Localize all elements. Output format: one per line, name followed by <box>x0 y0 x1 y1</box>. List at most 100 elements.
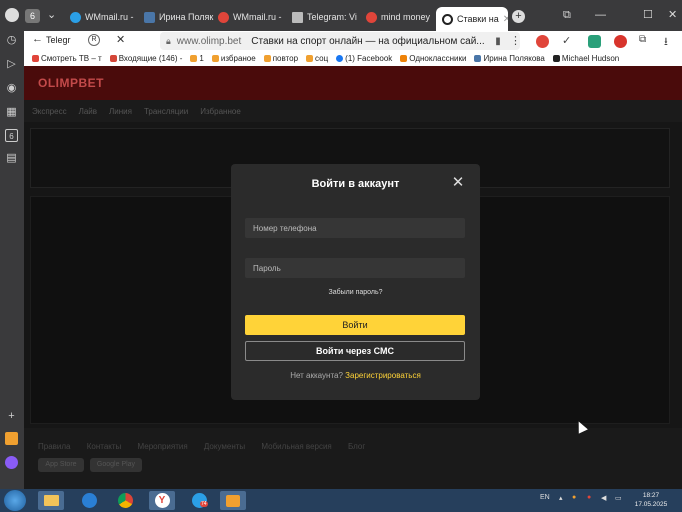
media-player-app[interactable] <box>220 491 246 510</box>
bookmark-item[interactable]: 1 <box>190 54 204 63</box>
media-player-icon <box>226 494 240 507</box>
telegram-icon <box>70 11 81 23</box>
footer-link[interactable]: Контакты <box>87 442 122 451</box>
shield-icon[interactable]: ✓ <box>562 34 571 47</box>
app-store-button[interactable]: App Store <box>38 458 84 472</box>
back-icon[interactable]: ← <box>32 33 43 45</box>
notes-icon[interactable]: ▤ <box>5 152 18 165</box>
history-icon[interactable]: ◷ <box>5 34 18 47</box>
bookmark-label: Одноклассники <box>409 54 467 63</box>
footer-link[interactable]: Мероприятия <box>138 442 188 451</box>
music-icon[interactable]: ◉ <box>5 82 18 95</box>
tab-wmmail-1[interactable]: WMmail.ru - <box>70 6 140 28</box>
tray-expand-icon[interactable]: ▴ <box>559 494 563 502</box>
alice-icon[interactable] <box>5 456 18 469</box>
password-input[interactable] <box>245 258 465 278</box>
footer-link[interactable]: Мобильная версия <box>261 442 331 451</box>
bookmark-label: избраное <box>220 54 256 63</box>
play-icon[interactable]: ▷ <box>5 58 18 71</box>
tray-app-icon[interactable]: ● <box>572 494 576 501</box>
site-logo[interactable]: OLIMPBET <box>38 76 104 90</box>
browser-sidebar: ◷ ▷ ◉ ▦ 6 ▤ + <box>0 31 24 489</box>
bookmark-item[interactable]: Входящие (146) - <box>109 54 182 63</box>
chrome-app[interactable] <box>112 491 138 510</box>
address-field[interactable]: 🔒︎ www.olimp.bet Ставки на спорт онлайн … <box>160 32 520 50</box>
bookmark-item[interactable]: Смотреть ТВ – т <box>32 54 102 63</box>
collections-icon[interactable]: ▦ <box>5 106 18 119</box>
extension-icon-3[interactable] <box>614 35 627 48</box>
nav-item[interactable]: Лайв <box>79 107 97 116</box>
network-icon[interactable]: ▭ <box>615 494 622 502</box>
language-indicator[interactable]: EN <box>540 494 550 501</box>
bookmark-manager-icon[interactable]: ⧉ <box>563 8 571 22</box>
folder-icon <box>306 55 314 62</box>
yandex-browser-app[interactable]: Y <box>149 491 175 510</box>
tab-wmmail-2[interactable]: WMmail.ru - <box>218 6 288 28</box>
bookmark-item[interactable]: соц <box>306 54 328 63</box>
login-button[interactable]: Войти <box>245 315 465 335</box>
close-tab-icon[interactable]: ✕ <box>503 14 508 25</box>
start-button[interactable] <box>4 490 26 511</box>
tabs-counter[interactable]: 6 <box>25 9 40 23</box>
vk-icon <box>144 11 155 23</box>
extension-icon-2[interactable] <box>588 35 601 48</box>
extensions-icon[interactable]: ⧉ <box>639 34 646 45</box>
close-icon[interactable]: ✕ <box>116 33 125 46</box>
tray-app-icon[interactable]: ● <box>587 494 591 501</box>
bookmark-item[interactable]: (1) Facebook <box>336 54 392 63</box>
tab-label: Ирина Поляк <box>159 12 214 22</box>
ie-app[interactable] <box>76 491 102 510</box>
telegram-badge: 74 <box>200 501 208 507</box>
back-tab-label[interactable]: Telegr <box>46 35 71 45</box>
document-icon <box>292 11 303 23</box>
volume-icon[interactable]: ◀ <box>601 494 606 502</box>
bookmark-item[interactable]: Michael Hudson <box>552 54 620 63</box>
nav-item[interactable]: Линия <box>109 107 132 116</box>
register-link[interactable]: Зарегистрироваться <box>345 371 421 380</box>
mail-icon[interactable] <box>5 432 18 445</box>
bookmark-label: (1) Facebook <box>345 54 393 63</box>
site-footer: Правила Контакты Мероприятия Документы М… <box>24 428 682 489</box>
maximize-icon[interactable]: ☐ <box>643 8 653 22</box>
tab-irina[interactable]: Ирина Поляк <box>144 6 214 28</box>
sms-login-button[interactable]: Войти через СМС <box>245 341 465 361</box>
nav-item[interactable]: Трансляции <box>144 107 188 116</box>
nav-item[interactable]: Экспресс <box>32 107 67 116</box>
google-play-button[interactable]: Google Play <box>90 458 142 472</box>
close-window-icon[interactable]: ✕ <box>668 8 677 22</box>
bookmark-icon[interactable]: ▮ <box>495 36 501 47</box>
phone-input[interactable] <box>245 218 465 238</box>
footer-link[interactable]: Блог <box>348 442 365 451</box>
add-icon[interactable]: + <box>5 410 18 423</box>
close-icon[interactable]: ✕ <box>451 175 465 190</box>
reader-icon[interactable]: R <box>88 34 100 46</box>
tab-olimpbet-active[interactable]: Ставки на ✕ <box>436 7 508 31</box>
download-icon[interactable]: ⭳ <box>664 33 668 52</box>
footer-link[interactable]: Правила <box>38 442 70 451</box>
bookmark-label: Michael Hudson <box>561 54 620 63</box>
yandex-browser-icon[interactable] <box>5 8 19 22</box>
nav-item[interactable]: Избранное <box>200 107 241 116</box>
forgot-password-link[interactable]: Забыли пароль? <box>231 289 480 296</box>
tab-mind-money[interactable]: mind money <box>366 6 434 28</box>
bookmark-item[interactable]: избраное <box>211 54 256 63</box>
chevron-down-icon[interactable]: ⌄ <box>47 8 56 22</box>
menu-icon[interactable]: ⋮ <box>510 34 521 47</box>
bookmark-item[interactable]: повтор <box>263 54 298 63</box>
clock[interactable]: 18:27 17.05.2025 <box>634 491 668 509</box>
explorer-app[interactable] <box>38 491 64 510</box>
new-tab-button[interactable]: + <box>512 10 525 23</box>
tabs-count-icon[interactable]: 6 <box>5 129 18 142</box>
lock-icon: 🔒︎ <box>166 35 171 46</box>
extension-icon-1[interactable] <box>536 35 549 48</box>
tab-telegram[interactable]: Telegram: Vi <box>292 6 362 28</box>
yandex-icon <box>218 11 229 23</box>
yandex-icon <box>366 11 377 23</box>
bookmark-item[interactable]: Одноклассники <box>400 54 466 63</box>
minimize-icon[interactable]: — <box>595 8 606 22</box>
folder-icon <box>43 495 59 506</box>
footer-link[interactable]: Документы <box>204 442 245 451</box>
bookmark-item[interactable]: Ирина Полякова <box>474 54 545 63</box>
folder-icon <box>263 55 271 62</box>
telegram-app[interactable]: 74 <box>186 491 212 510</box>
